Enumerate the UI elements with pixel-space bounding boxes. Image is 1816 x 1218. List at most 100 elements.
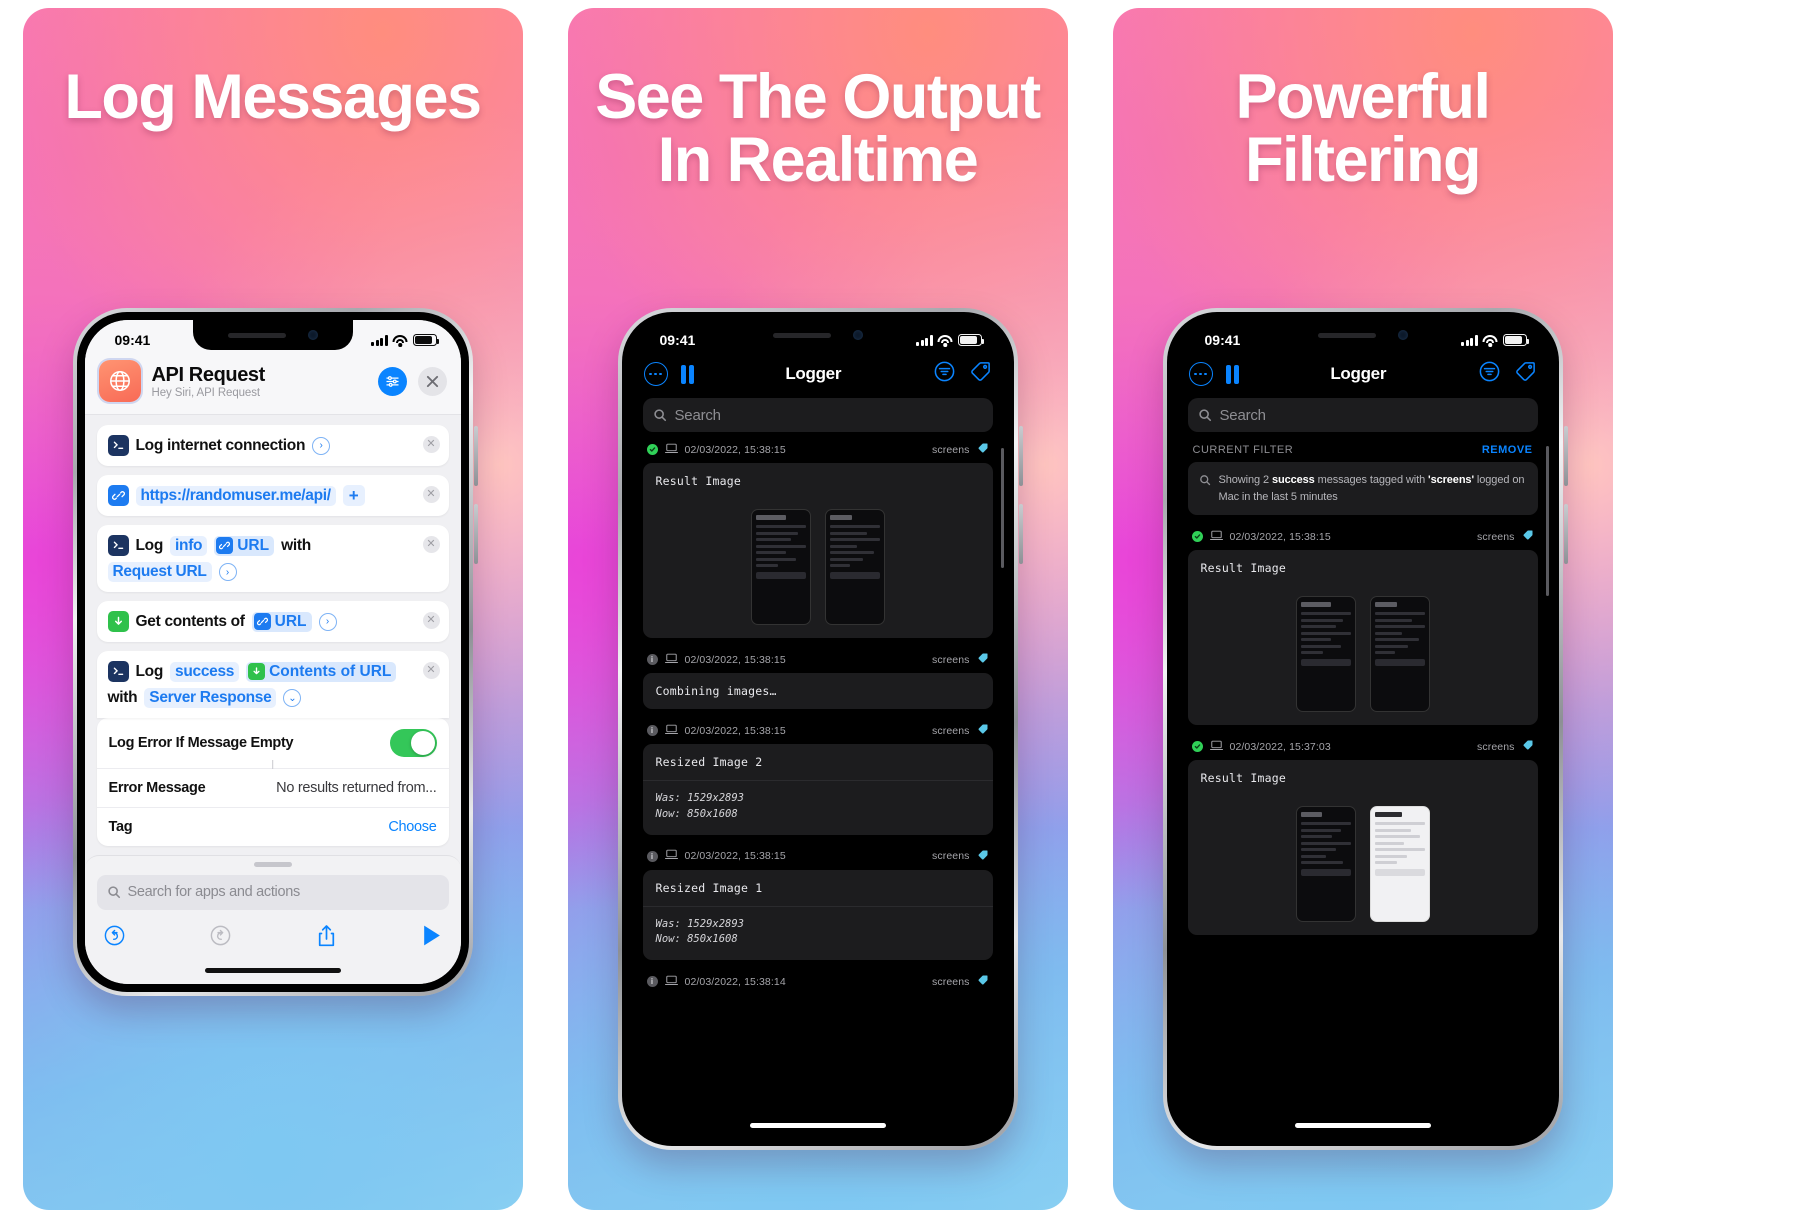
filter-text-before: Showing 2: [1218, 474, 1272, 486]
remove-action-button[interactable]: ✕: [422, 436, 440, 453]
chevron-right-icon[interactable]: ›: [312, 436, 331, 455]
redo-icon: [209, 924, 232, 952]
action-row[interactable]: Log info URL with Request URL › ✕: [96, 525, 449, 593]
logger-entry-list[interactable]: 02/03/2022, 15:38:15 screens Result Imag…: [630, 442, 1006, 1112]
current-filter-description[interactable]: Showing 2 success messages tagged with '…: [1187, 462, 1538, 515]
chevron-right-icon[interactable]: ›: [218, 563, 237, 582]
info-status-icon: i: [646, 976, 658, 987]
screenshot-thumbnail[interactable]: [1295, 806, 1356, 922]
action-row[interactable]: https://randomuser.me/api/ + ✕: [96, 475, 449, 517]
error-message-value[interactable]: No results returned from...: [276, 780, 436, 796]
log-entry[interactable]: 02/03/2022, 15:37:03 screens Result Imag…: [1187, 739, 1538, 935]
url-variable-token[interactable]: URL: [214, 535, 275, 556]
contents-variable-token[interactable]: Contents of URL: [246, 661, 397, 682]
log-card-title: Result Image: [655, 474, 741, 488]
setting-row-tag[interactable]: Tag Choose: [96, 807, 449, 846]
sheet-grabber[interactable]: [253, 862, 292, 867]
log-image-attachments[interactable]: [643, 499, 993, 638]
log-entry[interactable]: i 02/03/2022, 15:38:15 screens: [642, 849, 993, 960]
log-card-title: Resized Image 1: [655, 880, 763, 895]
log-level-token[interactable]: info: [170, 535, 208, 556]
tag-icon: [977, 849, 989, 864]
action-label: Log: [135, 536, 164, 554]
log-entry[interactable]: 02/03/2022, 15:38:15 screens Result Imag…: [642, 442, 993, 638]
token-label: URL: [237, 536, 270, 554]
chevron-right-icon[interactable]: ›: [318, 612, 337, 631]
screenshot-thumbnail[interactable]: [1295, 596, 1356, 712]
log-card-title: Combining images…: [655, 684, 777, 698]
log-entry-meta: i 02/03/2022, 15:38:15 screens: [643, 723, 993, 744]
screenshot-gallery: Log Messages 09:41 API Request Hey Siri,…: [0, 0, 1816, 1218]
status-time: 09:41: [659, 332, 696, 348]
action-label: Get contents of: [135, 612, 245, 630]
add-variable-button[interactable]: +: [342, 485, 365, 507]
current-filter-label: CURRENT FILTER: [1192, 444, 1294, 456]
log-entry-meta: 02/03/2022, 15:38:15 screens: [1188, 529, 1538, 550]
filter-icon[interactable]: [933, 360, 956, 388]
log-entry[interactable]: i 02/03/2022, 15:38:14 screens: [643, 974, 993, 995]
undo-icon[interactable]: [103, 924, 126, 952]
screenshot-thumbnail[interactable]: [750, 509, 811, 625]
download-icon: [248, 663, 266, 681]
log-tag-label: screens: [932, 975, 970, 988]
more-circle-icon[interactable]: [1188, 362, 1213, 386]
log-image-attachments[interactable]: [1188, 586, 1538, 725]
cellular-icon: [1461, 335, 1478, 346]
action-row[interactable]: Get contents of URL › ✕: [96, 601, 449, 643]
message-token[interactable]: Server Response: [144, 688, 277, 709]
log-timestamp: 02/03/2022, 15:37:03: [1229, 740, 1331, 753]
search-input[interactable]: Search: [642, 398, 993, 432]
tag-icon[interactable]: [969, 360, 992, 388]
tag-icon: [1522, 739, 1534, 754]
pause-icon[interactable]: [680, 364, 694, 384]
search-input[interactable]: Search: [1187, 398, 1538, 432]
shortcut-header: API Request Hey Siri, API Request: [84, 354, 461, 415]
log-timestamp: 02/03/2022, 15:38:15: [684, 850, 786, 862]
screenshot-thumbnail[interactable]: [1369, 596, 1430, 712]
panel-headline: See The Output In Realtime: [595, 62, 1041, 195]
url-variable-token[interactable]: URL: [251, 611, 312, 632]
filter-icon[interactable]: [1478, 360, 1501, 388]
notch: [737, 320, 898, 350]
action-row[interactable]: Log internet connection › ✕: [96, 425, 449, 466]
log-entry-meta: i 02/03/2022, 15:38:15 screens: [643, 652, 993, 673]
action-row[interactable]: Log success Contents of URL with Server …: [96, 651, 449, 719]
log-entry[interactable]: i 02/03/2022, 15:38:15 screens: [642, 723, 993, 835]
status-time: 09:41: [1204, 332, 1241, 348]
home-indicator: [97, 958, 449, 984]
tag-icon[interactable]: [1514, 360, 1537, 388]
notch: [1282, 320, 1443, 350]
screenshot-thumbnail[interactable]: [1369, 806, 1430, 922]
choose-tag-button[interactable]: Choose: [388, 819, 436, 835]
log-level-token[interactable]: success: [170, 661, 240, 682]
terminal-icon: [107, 535, 129, 557]
setting-row-error-message[interactable]: Error Message No results returned from..…: [96, 768, 449, 807]
play-icon[interactable]: [421, 924, 442, 952]
close-button[interactable]: [417, 366, 447, 396]
log-error-toggle[interactable]: [389, 729, 437, 758]
more-circle-icon[interactable]: [643, 362, 668, 386]
url-value[interactable]: https://randomuser.me/api/: [135, 485, 336, 506]
message-token[interactable]: Request URL: [107, 562, 212, 583]
log-tag-label: screens: [932, 653, 970, 666]
screenshot-thumbnail[interactable]: [824, 509, 885, 625]
shortcut-settings-button[interactable]: [377, 366, 407, 396]
remove-action-button[interactable]: ✕: [422, 486, 440, 503]
current-filter-header: CURRENT FILTER REMOVE: [1188, 442, 1538, 462]
link-icon: [216, 537, 234, 555]
panel-powerful-filtering: Powerful Filtering 09:41 Logger Search C…: [1090, 0, 1635, 1218]
page-title: Logger: [1330, 364, 1387, 383]
log-image-attachments[interactable]: [1188, 796, 1538, 935]
pause-icon[interactable]: [1225, 364, 1239, 384]
search-input[interactable]: Search for apps and actions: [96, 874, 449, 910]
chevron-down-icon[interactable]: ⌄: [283, 689, 302, 708]
page-title: Logger: [785, 364, 842, 383]
share-icon[interactable]: [315, 923, 338, 954]
log-entry[interactable]: i 02/03/2022, 15:38:15 screens: [642, 652, 993, 709]
logger-entry-list[interactable]: CURRENT FILTER REMOVE Showing 2 success …: [1175, 442, 1551, 1112]
remove-filter-button[interactable]: REMOVE: [1482, 444, 1533, 456]
camera-icon: [1397, 330, 1408, 340]
tag-icon: [977, 974, 989, 989]
log-entry[interactable]: 02/03/2022, 15:38:15 screens Result Imag…: [1187, 529, 1538, 725]
mac-icon: [664, 443, 678, 457]
